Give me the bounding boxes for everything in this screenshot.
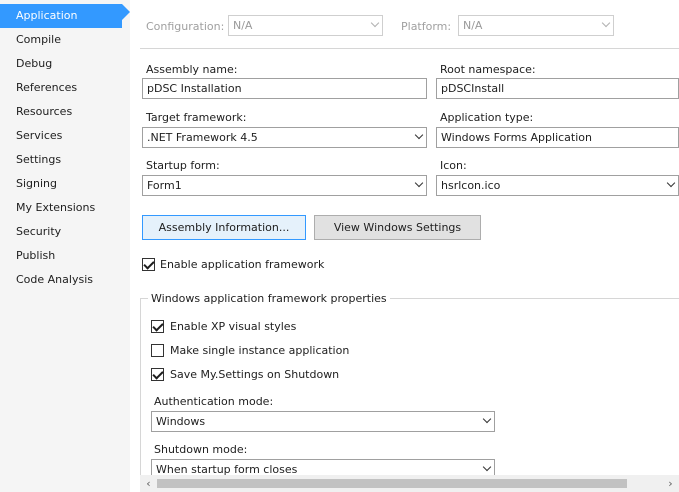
assembly-name-input[interactable] bbox=[142, 78, 427, 99]
header-separator bbox=[140, 48, 679, 49]
chevron-down-icon bbox=[601, 18, 611, 28]
single-instance-label: Make single instance application bbox=[170, 344, 350, 357]
scroll-right-icon[interactable]: › bbox=[662, 475, 679, 492]
chevron-down-icon bbox=[414, 178, 424, 188]
root-namespace-input[interactable] bbox=[436, 78, 679, 99]
assembly-name-label: Assembly name: bbox=[146, 63, 238, 76]
target-framework-value: .NET Framework 4.5 bbox=[147, 131, 258, 144]
sidebar-item-code-analysis[interactable]: Code Analysis bbox=[0, 268, 122, 292]
sidebar-item-label: Security bbox=[16, 225, 62, 238]
sidebar-item-label: Application bbox=[16, 9, 78, 22]
view-windows-settings-button[interactable]: View Windows Settings bbox=[314, 215, 481, 240]
enable-xp-styles-checkbox[interactable] bbox=[151, 320, 164, 333]
save-settings-checkbox[interactable] bbox=[151, 368, 164, 381]
sidebar-item-label: Compile bbox=[16, 33, 61, 46]
framework-properties-title: Windows application framework properties bbox=[148, 292, 390, 305]
sidebar-item-label: Code Analysis bbox=[16, 273, 93, 286]
chevron-down-icon bbox=[666, 178, 676, 188]
platform-value: N/A bbox=[463, 19, 483, 32]
sidebar-item-settings[interactable]: Settings bbox=[0, 148, 122, 172]
configuration-dropdown[interactable]: N/A bbox=[228, 15, 383, 36]
sidebar-item-references[interactable]: References bbox=[0, 76, 122, 100]
startup-form-value: Form1 bbox=[147, 179, 182, 192]
authentication-mode-label: Authentication mode: bbox=[154, 395, 274, 408]
configuration-value: N/A bbox=[233, 19, 253, 32]
application-type-value: Windows Forms Application bbox=[441, 131, 592, 144]
scroll-left-icon[interactable]: ‹ bbox=[140, 475, 157, 492]
sidebar-item-label: References bbox=[16, 81, 78, 94]
save-settings-label: Save My.Settings on Shutdown bbox=[170, 368, 340, 381]
sidebar-item-debug[interactable]: Debug bbox=[0, 52, 122, 76]
icon-dropdown[interactable]: hsrlcon.ico bbox=[436, 175, 679, 196]
startup-form-dropdown[interactable]: Form1 bbox=[142, 175, 427, 196]
platform-label: Platform: bbox=[401, 20, 452, 33]
application-type-dropdown[interactable]: Windows Forms Application bbox=[436, 127, 679, 148]
sidebar-item-publish[interactable]: Publish bbox=[0, 244, 122, 268]
scroll-thumb[interactable] bbox=[157, 479, 627, 488]
application-page: Configuration: N/A Platform: N/A Assembl… bbox=[130, 0, 679, 492]
platform-dropdown[interactable]: N/A bbox=[458, 15, 614, 36]
chevron-down-icon bbox=[370, 18, 380, 28]
authentication-mode-dropdown[interactable]: Windows bbox=[151, 411, 495, 432]
sidebar-item-label: Settings bbox=[16, 153, 62, 166]
authentication-mode-value: Windows bbox=[156, 415, 206, 428]
sidebar-item-application[interactable]: Application bbox=[0, 4, 122, 28]
target-framework-dropdown[interactable]: .NET Framework 4.5 bbox=[142, 127, 427, 148]
enable-application-framework-checkbox[interactable] bbox=[142, 258, 155, 271]
icon-label: Icon: bbox=[440, 159, 467, 172]
sidebar-item-label: Services bbox=[16, 129, 63, 142]
chevron-down-icon bbox=[414, 130, 424, 140]
chevron-down-icon bbox=[482, 462, 492, 472]
configuration-label: Configuration: bbox=[146, 20, 225, 33]
root-namespace-label: Root namespace: bbox=[440, 63, 536, 76]
icon-value: hsrlcon.ico bbox=[441, 179, 501, 192]
chevron-down-icon bbox=[482, 414, 492, 424]
sidebar-item-resources[interactable]: Resources bbox=[0, 100, 122, 124]
enable-xp-styles-label: Enable XP visual styles bbox=[170, 320, 297, 333]
single-instance-checkbox[interactable] bbox=[151, 344, 164, 357]
sidebar-item-signing[interactable]: Signing bbox=[0, 172, 122, 196]
application-type-label: Application type: bbox=[440, 111, 534, 124]
sidebar-item-label: Publish bbox=[16, 249, 56, 262]
startup-form-label: Startup form: bbox=[146, 159, 220, 172]
sidebar-item-label: My Extensions bbox=[16, 201, 96, 214]
target-framework-label: Target framework: bbox=[146, 111, 247, 124]
sidebar-item-label: Debug bbox=[16, 57, 53, 70]
sidebar-item-label: Resources bbox=[16, 105, 73, 118]
shutdown-mode-label: Shutdown mode: bbox=[154, 443, 248, 456]
sidebar-item-compile[interactable]: Compile bbox=[0, 28, 122, 52]
horizontal-scrollbar[interactable]: ‹ › bbox=[140, 475, 679, 492]
active-tab-arrow-icon bbox=[122, 4, 130, 20]
sidebar-item-my-extensions[interactable]: My Extensions bbox=[0, 196, 122, 220]
assembly-information-button[interactable]: Assembly Information... bbox=[142, 215, 306, 240]
sidebar-item-label: Signing bbox=[16, 177, 58, 190]
sidebar-item-security[interactable]: Security bbox=[0, 220, 122, 244]
sidebar-item-services[interactable]: Services bbox=[0, 124, 122, 148]
enable-application-framework-label: Enable application framework bbox=[160, 258, 325, 271]
sidebar: Application Compile Debug References Res… bbox=[0, 0, 130, 492]
